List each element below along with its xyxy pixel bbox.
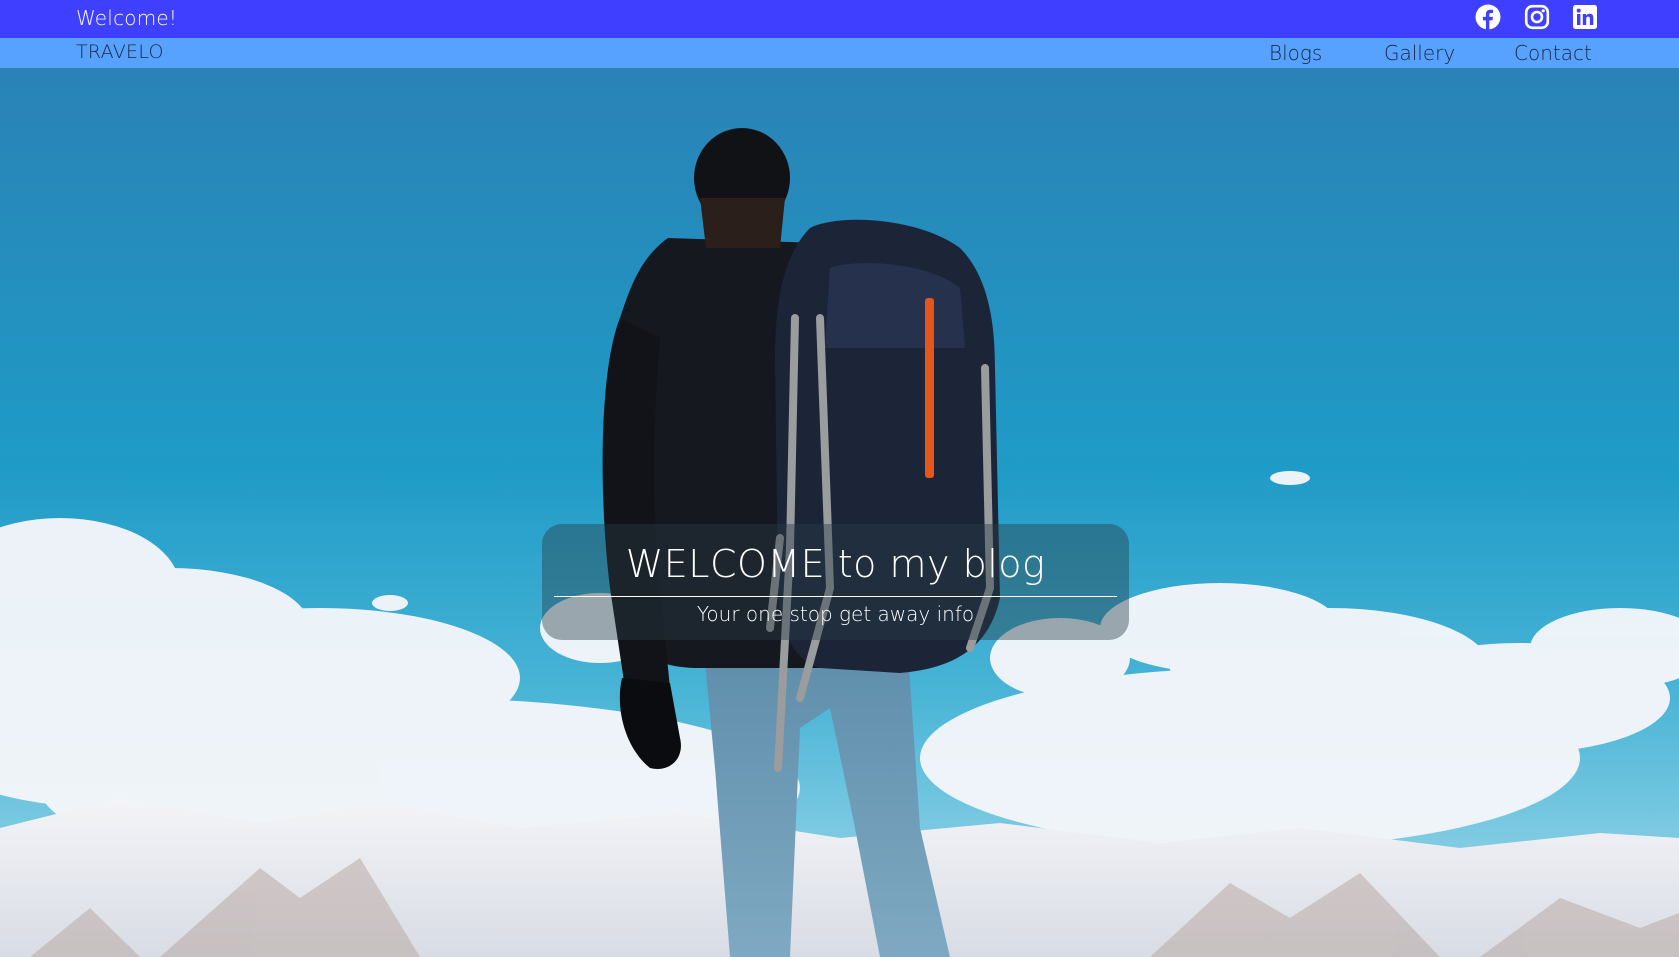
instagram-icon[interactable] <box>1524 4 1550 30</box>
hero-caption-card: WELCOME to my blog Your one stop get awa… <box>542 524 1129 640</box>
nav-link-contact[interactable]: Contact <box>1514 41 1592 65</box>
hero-subtitle: Your one stop get away info <box>696 602 975 626</box>
brand-logo-text[interactable]: TRAVELO <box>76 41 164 63</box>
top-bar: Welcome! <box>0 0 1679 38</box>
linkedin-icon[interactable] <box>1572 4 1598 30</box>
hero-section: WELCOME to my blog Your one stop get awa… <box>0 68 1679 957</box>
nav-link-blogs[interactable]: Blogs <box>1269 41 1322 65</box>
nav-bar: TRAVELO Blogs Gallery Contact <box>0 38 1679 68</box>
hero-divider <box>554 596 1117 597</box>
hero-background-image <box>0 68 1679 957</box>
welcome-text: Welcome! <box>76 6 178 30</box>
nav-link-gallery[interactable]: Gallery <box>1384 41 1455 65</box>
hero-title: WELCOME to my blog <box>625 542 1046 586</box>
facebook-icon[interactable] <box>1475 4 1501 30</box>
